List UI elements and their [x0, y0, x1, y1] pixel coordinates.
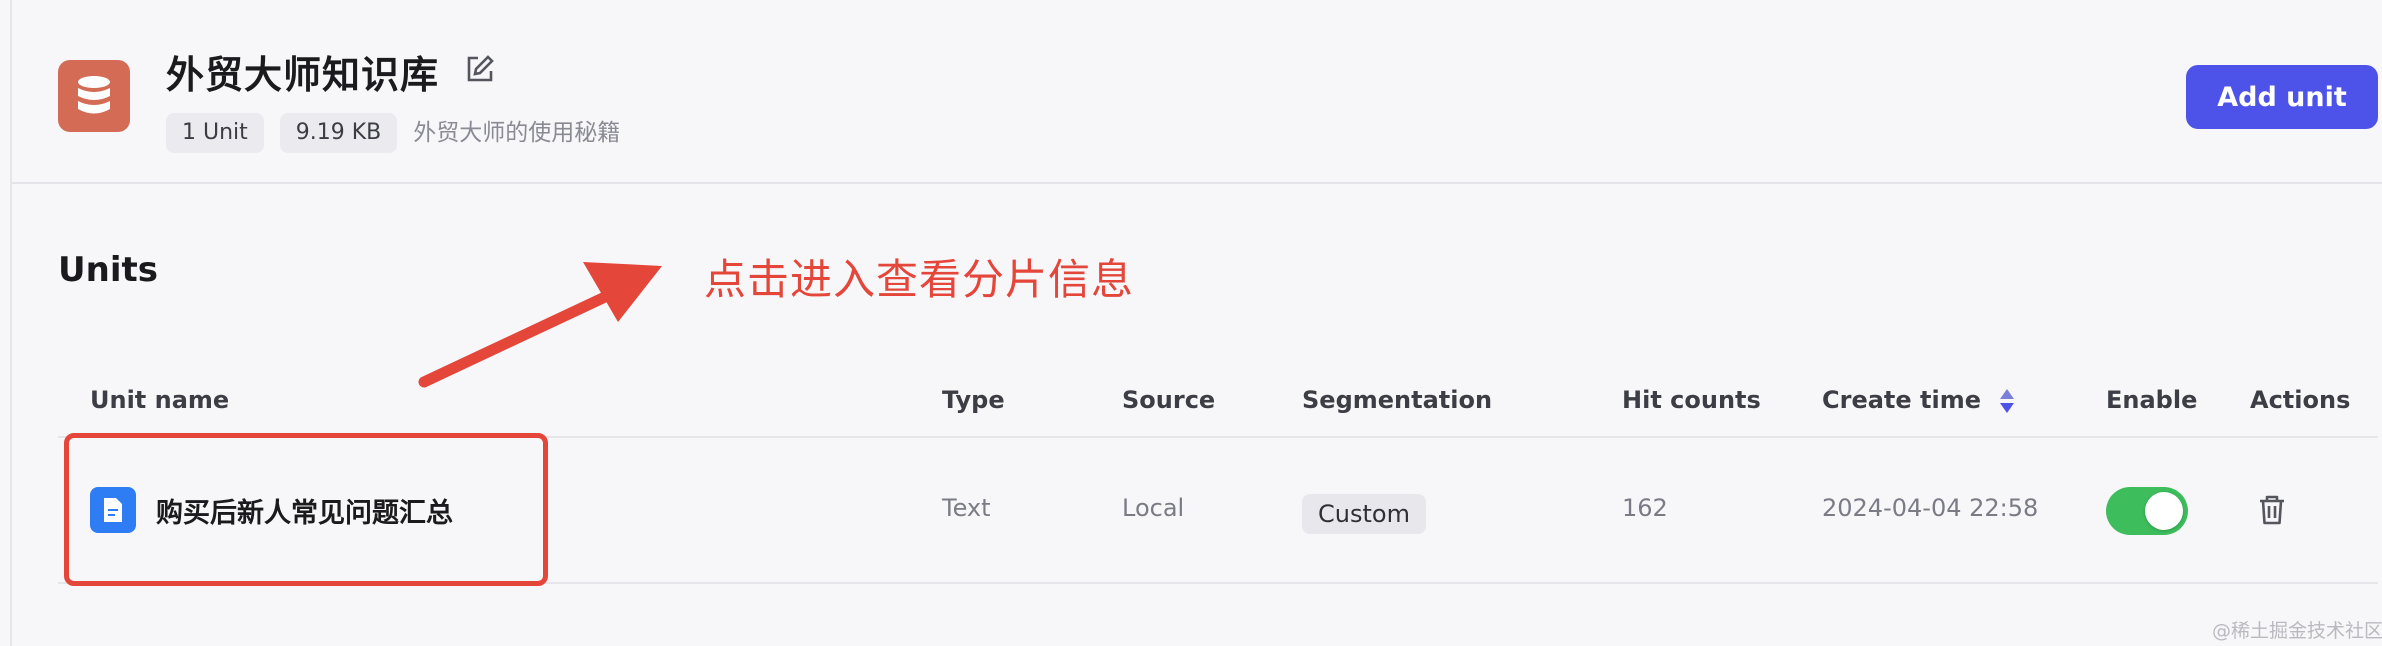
col-source: Source	[1122, 386, 1216, 414]
document-icon	[90, 487, 136, 533]
enable-toggle[interactable]	[2106, 487, 2188, 535]
size-badge: 9.19 KB	[279, 113, 398, 153]
table-row[interactable]: 购买后新人常见问题汇总 Text Local Custom 162 2024-0…	[58, 440, 2378, 584]
unit-count-badge: 1 Unit	[166, 113, 264, 153]
unit-name-cell[interactable]: 购买后新人常见问题汇总	[90, 487, 453, 533]
annotation-text: 点击进入查看分片信息	[704, 255, 1135, 304]
unit-type: Text	[942, 494, 991, 522]
segmentation-badge: Custom	[1302, 494, 1426, 534]
create-time: 2024-04-04 22:58	[1822, 494, 2039, 522]
database-icon	[58, 60, 130, 132]
unit-name-link[interactable]: 购买后新人常见问题汇总	[156, 491, 453, 530]
col-actions: Actions	[2250, 386, 2351, 414]
col-create-time-label: Create time	[1822, 386, 1982, 414]
add-unit-button[interactable]: Add unit	[2186, 65, 2378, 129]
table-header: Unit name Type Source Segmentation Hit c…	[58, 366, 2378, 438]
col-segmentation: Segmentation	[1302, 386, 1493, 414]
col-type: Type	[942, 386, 1005, 414]
watermark: @稀土掘金技术社区	[2212, 620, 2382, 642]
trash-icon[interactable]	[2254, 492, 2290, 528]
sort-icon[interactable]	[1999, 387, 2015, 415]
page-title: 外贸大师知识库	[166, 53, 440, 97]
section-title: Units	[58, 250, 158, 290]
hit-counts: 162	[1622, 494, 1668, 522]
toggle-knob	[2145, 492, 2183, 530]
col-enable: Enable	[2106, 386, 2198, 414]
col-create-time[interactable]: Create time	[1822, 386, 2015, 415]
kb-meta: 1 Unit 9.19 KB 外贸大师的使用秘籍	[166, 113, 620, 153]
unit-source: Local	[1122, 494, 1185, 522]
col-hit-counts: Hit counts	[1622, 386, 1761, 414]
kb-description: 外贸大师的使用秘籍	[413, 120, 621, 146]
edit-icon[interactable]	[464, 53, 496, 85]
col-unit-name: Unit name	[90, 386, 230, 414]
knowledge-base-header: 外贸大师知识库 1 Unit 9.19 KB 外贸大师的使用秘籍 Add uni…	[12, 0, 2382, 184]
